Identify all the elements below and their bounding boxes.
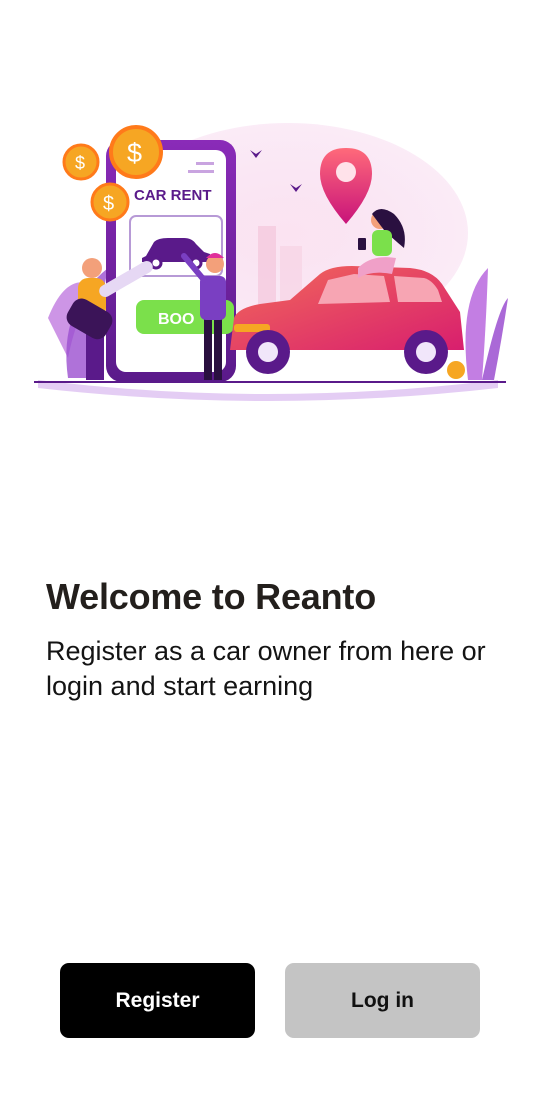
welcome-title: Welcome to Reanto <box>46 576 376 617</box>
register-button[interactable]: Register <box>60 963 255 1038</box>
cat <box>447 361 465 379</box>
hero-illustration: CAR RENT BOO $ $ $ <box>28 118 512 403</box>
sign-text: CAR RENT <box>134 187 212 204</box>
book-button-text: BOO <box>158 311 194 328</box>
login-button[interactable]: Log in <box>285 963 480 1038</box>
ground <box>38 380 498 401</box>
coin-symbol-3: $ <box>103 193 114 215</box>
car-rent-illustration: CAR RENT BOO $ $ $ <box>34 123 508 401</box>
welcome-section: Welcome to Reanto Register as a car owne… <box>46 574 506 704</box>
welcome-subtitle: Register as a car owner from here or log… <box>46 636 486 701</box>
plant-right <box>465 268 488 380</box>
coin-symbol-1: $ <box>75 153 85 173</box>
coin-symbol-2: $ <box>127 138 142 168</box>
auth-actions: Register Log in <box>60 963 480 1039</box>
